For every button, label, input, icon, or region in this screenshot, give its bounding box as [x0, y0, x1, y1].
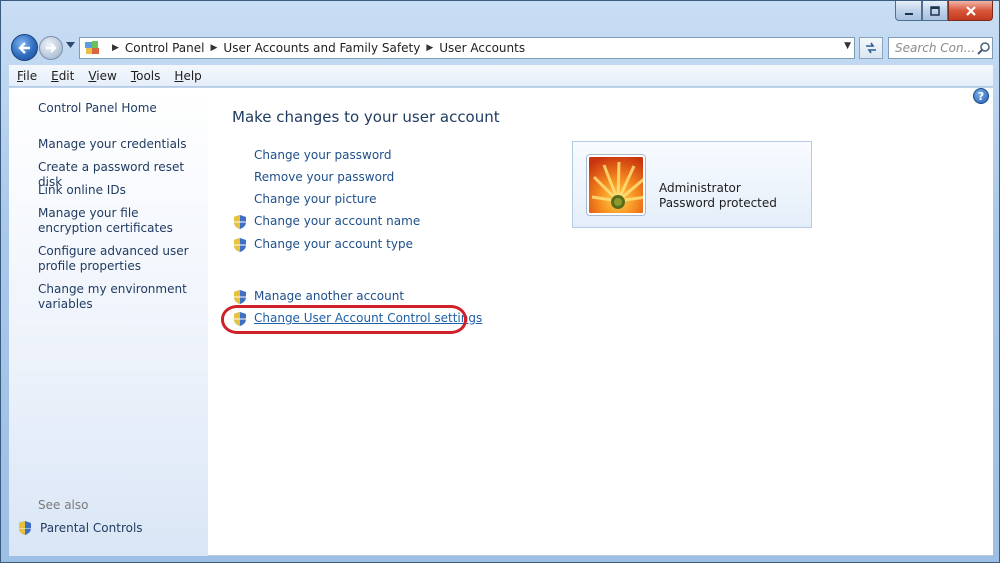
task-manage-another-account[interactable]: Manage another account [254, 289, 404, 303]
breadcrumb-separator-icon[interactable]: ▶ [211, 43, 218, 53]
account-card: Administrator Password protected [572, 141, 812, 228]
close-button[interactable] [948, 1, 993, 21]
refresh-button[interactable] [859, 37, 883, 59]
address-bar[interactable]: ▶ Control Panel ▶ User Accounts and Fami… [79, 37, 855, 59]
sidebar-item-link-online-ids[interactable]: Link online IDs [38, 183, 203, 198]
menu-file[interactable]: File [17, 69, 37, 83]
navigation-bar: ▶ Control Panel ▶ User Accounts and Fami… [9, 34, 993, 61]
sidebar-control-panel-home[interactable]: Control Panel Home [38, 101, 203, 116]
forward-arrow-icon [46, 43, 57, 53]
highlight-circle [221, 305, 467, 334]
help-icon[interactable]: ? [973, 88, 989, 104]
refresh-icon [866, 42, 876, 54]
page-title: Make changes to your user account [232, 108, 500, 126]
left-navigation-pane: Control Panel Home Manage your credentia… [9, 88, 208, 556]
control-panel-icon [84, 40, 100, 56]
uac-shield-icon [234, 290, 246, 304]
content-area: Control Panel Home Manage your credentia… [9, 88, 993, 556]
see-also-parental-controls[interactable]: Parental Controls [17, 520, 143, 536]
account-status: Password protected [659, 196, 777, 210]
flower-picture-icon [589, 157, 643, 213]
shield-icon [19, 521, 31, 535]
maximize-button[interactable] [922, 1, 948, 21]
sidebar-item-advanced-profile[interactable]: Configure advanced user profile properti… [38, 244, 203, 274]
task-change-account-name[interactable]: Change your account name [254, 214, 420, 228]
breadcrumb-user-accounts-family-safety[interactable]: User Accounts and Family Safety [223, 41, 420, 55]
minimize-button[interactable] [895, 1, 922, 21]
task-change-account-type[interactable]: Change your account type [254, 237, 413, 251]
maximize-icon [930, 5, 940, 16]
sidebar-item-environment-variables[interactable]: Change my environment variables [38, 282, 203, 312]
breadcrumb-control-panel[interactable]: Control Panel [125, 41, 205, 55]
uac-shield-icon [234, 215, 246, 229]
recent-pages-dropdown-icon[interactable] [66, 42, 75, 48]
menu-bar: File Edit View Tools Help [9, 65, 993, 87]
task-change-picture[interactable]: Change your picture [254, 192, 376, 206]
search-icon[interactable] [974, 39, 992, 57]
window-frame: ▶ Control Panel ▶ User Accounts and Fami… [0, 0, 1000, 563]
breadcrumb-separator-icon[interactable]: ▶ [112, 43, 119, 53]
address-dropdown-icon[interactable]: ▼ [844, 41, 851, 51]
sidebar-item-manage-credentials[interactable]: Manage your credentials [38, 137, 203, 152]
search-box[interactable]: Search Con... [888, 37, 993, 59]
forward-button[interactable] [39, 36, 63, 60]
minimize-icon [904, 12, 913, 15]
close-icon [965, 5, 976, 16]
account-name: Administrator [659, 181, 741, 195]
search-input[interactable]: Search Con... [889, 41, 974, 55]
uac-shield-icon [234, 238, 246, 252]
menu-tools[interactable]: Tools [131, 69, 161, 83]
breadcrumb-user-accounts[interactable]: User Accounts [439, 41, 525, 55]
task-remove-password[interactable]: Remove your password [254, 170, 394, 184]
back-arrow-icon [17, 41, 30, 54]
menu-view[interactable]: View [88, 69, 116, 83]
task-change-password[interactable]: Change your password [254, 148, 392, 162]
sidebar-item-file-encryption[interactable]: Manage your file encryption certificates [38, 206, 203, 236]
see-also-label: See also [38, 498, 89, 512]
breadcrumb-separator-icon[interactable]: ▶ [426, 43, 433, 53]
account-picture[interactable] [587, 155, 645, 215]
parental-controls-label: Parental Controls [40, 521, 143, 535]
window-controls [895, 1, 993, 21]
back-button[interactable] [11, 34, 38, 61]
menu-edit[interactable]: Edit [51, 69, 74, 83]
menu-help[interactable]: Help [174, 69, 201, 83]
